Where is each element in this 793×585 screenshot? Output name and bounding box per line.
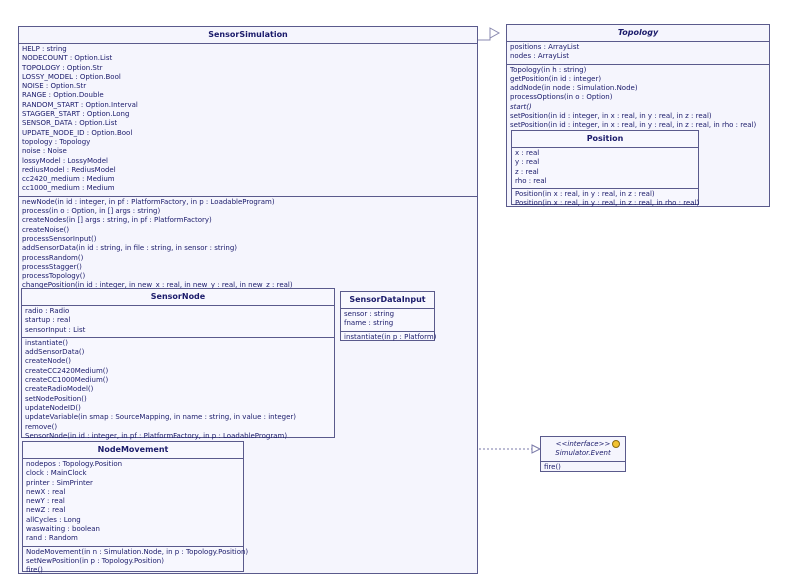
operation: addSensorData() bbox=[25, 348, 85, 357]
operation: processSensorInput() bbox=[22, 234, 97, 243]
attribute: positions : ArrayList bbox=[510, 43, 580, 51]
operation: setPosition(in id : integer, in x : real… bbox=[510, 112, 712, 121]
attribute: STAGGER_START : Option.Long bbox=[22, 110, 130, 119]
attribute: nodes : ArrayList bbox=[510, 52, 570, 61]
attribute: LOSSY_MODEL : Option.Bool bbox=[22, 72, 121, 81]
attribute: UPDATE_NODE_ID : Option.Bool bbox=[22, 128, 133, 137]
attribute: printer : SimPrinter bbox=[26, 478, 93, 487]
class-title: Position bbox=[512, 131, 698, 148]
operation: addNode(in node : Simulation.Node) bbox=[510, 84, 638, 93]
class-title: SensorSimulation bbox=[19, 27, 477, 44]
operations-section: instantiate(in p : Platform) bbox=[341, 332, 437, 344]
attribute: nodepos : Topology.Position bbox=[26, 460, 123, 468]
operation: updateNodeID() bbox=[25, 403, 81, 412]
operation: Position(in x : real, in y : real, in z … bbox=[515, 190, 655, 199]
attribute: x : real bbox=[515, 149, 540, 157]
interface-simulator-event[interactable]: <<interface>> Simulator.Event fire() bbox=[540, 436, 626, 472]
attribute: RANDOM_START : Option.Interval bbox=[22, 100, 138, 109]
operation: newNode(in id : integer, in pf : Platfor… bbox=[22, 197, 275, 206]
interface-name: Simulator.Event bbox=[541, 449, 625, 462]
attributes-section: x : real y : real z : real rho : real bbox=[512, 148, 698, 190]
class-node-movement[interactable]: NodeMovement nodepos : Topology.Position… bbox=[22, 441, 248, 574]
attributes-section: nodepos : Topology.Position clock : MainC… bbox=[23, 459, 243, 547]
class-title: Topology bbox=[507, 25, 769, 42]
operations-section: Position(in x : real, in y : real, in z … bbox=[512, 189, 700, 211]
operation: Topology(in h : string) bbox=[510, 65, 587, 74]
operation: setNodePosition() bbox=[25, 394, 87, 403]
attributes-section: HELP : string NODECOUNT : Option.List TOPO… bbox=[19, 44, 477, 197]
operation: SensorNode(in id : integer, in pf : Plat… bbox=[25, 431, 288, 440]
operation: createCC1000Medium() bbox=[25, 376, 109, 385]
operation: createNoise() bbox=[22, 225, 70, 234]
interface-icon bbox=[612, 440, 620, 448]
attribute: fname : string bbox=[344, 319, 394, 328]
operation: processTopology() bbox=[22, 272, 86, 281]
attribute: SENSOR_DATA : Option.List bbox=[22, 119, 118, 128]
operation: processOptions(in o : Option) bbox=[510, 93, 613, 102]
attribute: noise : Noise bbox=[22, 147, 67, 156]
operations-section: fire() bbox=[541, 462, 625, 474]
attributes-section: radio : Radio startup : real sensorInput :… bbox=[22, 306, 334, 338]
attribute: sensorInput : List bbox=[25, 325, 86, 334]
class-title: NodeMovement bbox=[23, 442, 243, 459]
class-sensor-node[interactable]: SensorNode radio : Radio startup : real se… bbox=[21, 288, 335, 440]
attribute: newX : real bbox=[26, 487, 66, 496]
attribute: newY : real bbox=[26, 497, 65, 506]
class-title: SensorNode bbox=[22, 289, 334, 306]
attribute: waswaiting : boolean bbox=[26, 525, 100, 534]
attribute: radio : Radio bbox=[25, 307, 70, 315]
operation: process(in o : Option, in [] args : stri… bbox=[22, 207, 161, 216]
attribute: NOISE : Option.Str bbox=[22, 82, 87, 91]
attribute: startup : real bbox=[25, 316, 71, 325]
attribute: topology : Topology bbox=[22, 137, 91, 146]
attribute: newZ : real bbox=[26, 506, 66, 515]
operation: processRandom() bbox=[22, 253, 84, 262]
operation: createCC2420Medium() bbox=[25, 366, 109, 375]
attribute: rand : Random bbox=[26, 534, 78, 543]
operation: setNewPosition(in p : Topology.Position) bbox=[26, 556, 164, 565]
operation: getPosition(in id : integer) bbox=[510, 74, 602, 83]
operation: instantiate(in p : Platform) bbox=[344, 332, 437, 341]
class-title: SensorDataInput bbox=[341, 292, 434, 309]
operation: instantiate() bbox=[25, 338, 68, 347]
realization-arrowhead bbox=[531, 444, 542, 454]
attribute: rho : real bbox=[515, 176, 547, 185]
attribute: y : real bbox=[515, 158, 540, 167]
operation: processStagger() bbox=[22, 262, 82, 271]
generalization-line bbox=[478, 33, 491, 41]
operation: Position(in x : real, in y : real, in z … bbox=[515, 199, 700, 208]
attributes-section: sensor : string fname : string bbox=[341, 309, 434, 332]
attribute: z : real bbox=[515, 167, 539, 176]
attribute: sensor : string bbox=[344, 310, 395, 318]
attributes-section: positions : ArrayList nodes : ArrayList bbox=[507, 42, 769, 65]
attribute: rediusModel : RediusModel bbox=[22, 165, 116, 174]
generalization-arrowhead bbox=[489, 27, 501, 39]
operation: start() bbox=[510, 102, 532, 111]
operation: remove() bbox=[25, 422, 58, 431]
operation: updateVariable(in smap : SourceMapping, … bbox=[25, 413, 297, 422]
operation: createNode() bbox=[25, 357, 71, 366]
operations-section: Topology(in h : string) getPosition(in id… bbox=[507, 65, 769, 133]
attribute: cc2420_medium : Medium bbox=[22, 175, 115, 184]
attribute: lossyModel : LossyModel bbox=[22, 156, 109, 165]
attribute: cc1000_medium : Medium bbox=[22, 184, 115, 193]
operations-section: instantiate() addSensorData() createNode()… bbox=[22, 338, 334, 443]
attribute: TOPOLOGY : Option.Str bbox=[22, 63, 103, 72]
attribute: allCycles : Long bbox=[26, 515, 81, 524]
operations-section: newNode(in id : integer, in pf : Platfor… bbox=[19, 197, 477, 293]
operation: createRadioModel() bbox=[25, 385, 94, 394]
class-sensor-data-input[interactable]: SensorDataInput sensor : string fname : s… bbox=[340, 291, 437, 344]
operation: fire() bbox=[26, 566, 43, 575]
operation: NodeMovement(in n : Simulation.Node, in … bbox=[26, 547, 249, 556]
attribute: NODECOUNT : Option.List bbox=[22, 54, 113, 63]
attribute: RANGE : Option.Double bbox=[22, 91, 104, 100]
class-position[interactable]: Position x : real y : real z : real rho : r… bbox=[511, 130, 699, 207]
attribute: clock : MainClock bbox=[26, 469, 87, 478]
operation: createNodes(in [] args : string, in pf :… bbox=[22, 216, 212, 225]
attribute: HELP : string bbox=[22, 45, 67, 53]
operation: fire() bbox=[544, 463, 561, 471]
operations-section: NodeMovement(in n : Simulation.Node, in … bbox=[23, 547, 249, 578]
operation: addSensorData(in id : string, in file : … bbox=[22, 244, 238, 253]
